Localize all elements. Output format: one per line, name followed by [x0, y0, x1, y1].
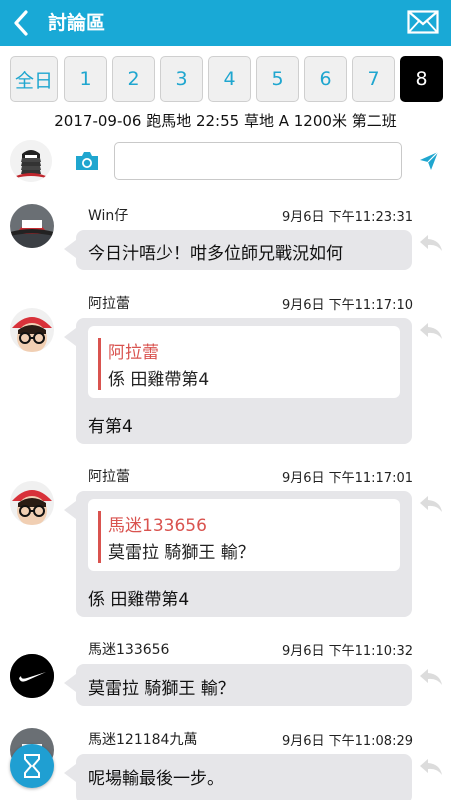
sender-name: Win仔	[88, 208, 129, 224]
message-bubble: 阿拉蕾 係 田雞帶第4 有第4	[64, 318, 412, 444]
quoted-message: 阿拉蕾 係 田雞帶第4	[88, 326, 400, 398]
timestamp: 9月6日 下午11:10:32	[281, 644, 413, 659]
user-avatar	[10, 140, 52, 182]
message-text: 莫雷拉 騎獅王 輸？	[88, 679, 235, 699]
message-item: 阿拉蕾 9月6日 下午11:17:10 阿拉蕾 係 田雞帶第4 有第4	[0, 286, 451, 446]
avatar[interactable]	[10, 654, 54, 698]
camera-icon	[76, 152, 98, 170]
timestamp: 9月6日 下午11:23:31	[281, 210, 413, 225]
quote-sender: 阿拉蕾	[108, 343, 159, 363]
timestamp: 9月6日 下午11:08:29	[281, 734, 413, 749]
message-input[interactable]	[114, 142, 402, 180]
message-bubble: 今日汁唔少！咁多位師兄戰況如何	[64, 230, 412, 270]
reply-icon	[420, 323, 442, 339]
cap-avatar-icon	[10, 204, 54, 248]
chevron-left-icon	[14, 10, 28, 36]
child-glasses-avatar-icon	[10, 308, 54, 352]
reply-button[interactable]	[418, 756, 444, 778]
sender-name: 阿拉蕾	[88, 469, 130, 485]
tab-race-7[interactable]: 7	[352, 56, 395, 102]
send-icon	[420, 151, 439, 170]
tab-race-2[interactable]: 2	[112, 56, 155, 102]
send-button[interactable]	[418, 150, 440, 172]
tab-race-1[interactable]: 1	[64, 56, 107, 102]
tab-race-5[interactable]: 5	[256, 56, 299, 102]
hourglass-icon	[24, 754, 40, 778]
mail-button[interactable]	[407, 10, 439, 34]
reply-button[interactable]	[418, 666, 444, 688]
timestamp: 9月6日 下午11:17:10	[281, 298, 413, 313]
message-item: 馬迷133656 9月6日 下午11:10:32 莫雷拉 騎獅王 輸？	[0, 632, 451, 708]
message-text: 係 田雞帶第4	[88, 590, 190, 610]
tab-race-6[interactable]: 6	[304, 56, 347, 102]
reply-icon	[420, 759, 442, 775]
swoosh-logo-avatar-icon	[10, 654, 54, 698]
sender-name: 阿拉蕾	[88, 296, 130, 312]
quote-sender: 馬迷133656	[108, 516, 207, 536]
tab-race-3[interactable]: 3	[160, 56, 203, 102]
quote-bar	[98, 511, 101, 563]
quote-bar	[98, 338, 101, 390]
reply-button[interactable]	[418, 232, 444, 254]
sender-name: 馬迷121184九萬	[88, 732, 198, 748]
race-tab-bar: 全日 1 2 3 4 5 6 7 8	[0, 56, 451, 102]
race-info: 2017-09-06 跑馬地 22:55 草地 A 1200米 第二班	[54, 112, 397, 130]
app-header: 討論區	[0, 0, 451, 46]
child-glasses-avatar-icon	[10, 481, 54, 525]
reply-button[interactable]	[418, 493, 444, 515]
message-bubble: 莫雷拉 騎獅王 輸？	[64, 664, 412, 706]
message-text: 呢場輸最後一步。	[88, 769, 224, 789]
message-text: 有第4	[88, 417, 133, 437]
floating-action-button[interactable]	[10, 744, 54, 788]
tab-race-8[interactable]: 8	[400, 56, 443, 102]
back-button[interactable]	[6, 7, 36, 39]
reply-icon	[420, 235, 442, 251]
avatar[interactable]	[10, 204, 54, 248]
message-item: Win仔 9月6日 下午11:23:31 今日汁唔少！咁多位師兄戰況如何	[0, 198, 451, 272]
message-item: 阿拉蕾 9月6日 下午11:17:01 馬迷133656 莫雷拉 騎獅王 輸？ …	[0, 459, 451, 619]
avatar[interactable]	[10, 308, 54, 352]
sender-name: 馬迷133656	[88, 642, 170, 658]
quote-text: 莫雷拉 騎獅王 輸？	[108, 543, 255, 563]
page-title: 討論區	[48, 12, 106, 34]
mail-icon	[407, 10, 439, 34]
reply-icon	[420, 669, 442, 685]
quote-text: 係 田雞帶第4	[108, 370, 210, 390]
message-item: 馬迷121184九萬 9月6日 下午11:08:29 呢場輸最後一步。	[0, 722, 451, 800]
tab-all-day[interactable]: 全日	[10, 56, 58, 102]
message-bubble: 呢場輸最後一步。	[64, 754, 412, 800]
reply-button[interactable]	[418, 320, 444, 342]
quoted-message: 馬迷133656 莫雷拉 騎獅王 輸？	[88, 499, 400, 571]
avatar[interactable]	[10, 481, 54, 525]
cap-stack-avatar-icon	[10, 140, 52, 182]
timestamp: 9月6日 下午11:17:01	[281, 471, 413, 486]
tab-race-4[interactable]: 4	[208, 56, 251, 102]
message-text: 今日汁唔少！咁多位師兄戰況如何	[88, 244, 343, 264]
message-bubble: 馬迷133656 莫雷拉 騎獅王 輸？ 係 田雞帶第4	[64, 491, 412, 617]
reply-icon	[420, 496, 442, 512]
camera-button[interactable]	[74, 150, 100, 172]
